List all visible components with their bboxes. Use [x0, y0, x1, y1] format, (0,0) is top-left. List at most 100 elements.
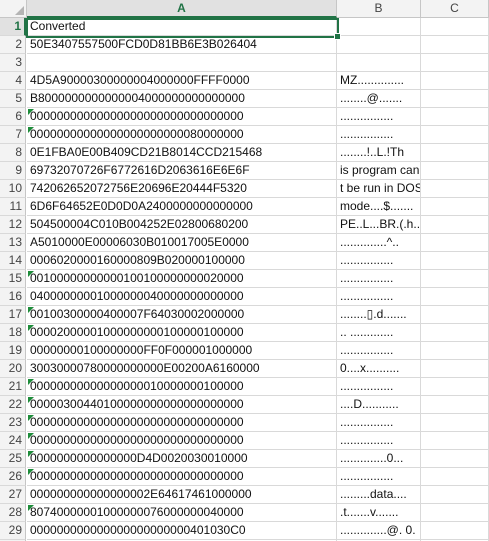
cell-a[interactable]: 04000000001000000040000000000000: [27, 288, 337, 306]
row-header[interactable]: 13: [0, 234, 26, 252]
cell-b[interactable]: [337, 18, 421, 36]
cell-c[interactable]: [421, 252, 489, 270]
cell-b[interactable]: ....D...........: [337, 396, 421, 414]
cell-a[interactable]: Converted: [27, 18, 337, 36]
cell-a[interactable]: [27, 54, 337, 72]
row-header[interactable]: 17: [0, 306, 26, 324]
row-header[interactable]: 29: [0, 522, 26, 540]
column-header-c[interactable]: C: [421, 0, 489, 18]
row-header[interactable]: 5: [0, 90, 26, 108]
cell-b[interactable]: t be run in DOS: [337, 180, 421, 198]
cell-c[interactable]: [421, 306, 489, 324]
cell-b[interactable]: ................: [337, 468, 421, 486]
cell-b[interactable]: ................: [337, 126, 421, 144]
cell-b[interactable]: ................: [337, 252, 421, 270]
cell-b[interactable]: ................: [337, 108, 421, 126]
cell-c[interactable]: [421, 342, 489, 360]
cell-a[interactable]: 000000000000000002E64617461000000: [27, 486, 337, 504]
row-header[interactable]: 9: [0, 162, 26, 180]
cell-a[interactable]: 00000000000000000000000080000000: [27, 126, 337, 144]
cell-a[interactable]: 00000000000000000000000000000000: [27, 414, 337, 432]
cell-c[interactable]: [421, 198, 489, 216]
row-header[interactable]: 15: [0, 270, 26, 288]
cell-b[interactable]: .t.......v.......: [337, 504, 421, 522]
cell-c[interactable]: [421, 144, 489, 162]
cell-a[interactable]: 000000000000000000000000401030C0: [27, 522, 337, 540]
cell-b[interactable]: ..............^..: [337, 234, 421, 252]
cell-a[interactable]: 00100000000000100100000000020000: [27, 270, 337, 288]
cell-c[interactable]: [421, 288, 489, 306]
cell-c[interactable]: [421, 360, 489, 378]
row-header[interactable]: 25: [0, 450, 26, 468]
cell-b[interactable]: ................: [337, 288, 421, 306]
cell-c[interactable]: [421, 396, 489, 414]
cell-c[interactable]: [421, 234, 489, 252]
cell-a[interactable]: 4D5A90000300000004000000FFFF0000: [27, 72, 337, 90]
cell-c[interactable]: [421, 270, 489, 288]
cell-c[interactable]: [421, 432, 489, 450]
row-header[interactable]: 28: [0, 504, 26, 522]
row-header[interactable]: 20: [0, 360, 26, 378]
cell-c[interactable]: [421, 72, 489, 90]
row-header[interactable]: 8: [0, 144, 26, 162]
cell-a[interactable]: 742062652072756E20696E20444F5320: [27, 180, 337, 198]
cell-b[interactable]: [337, 54, 421, 72]
cell-c[interactable]: [421, 486, 489, 504]
cell-b[interactable]: mode....$.......: [337, 198, 421, 216]
column-header-b[interactable]: B: [337, 0, 421, 18]
row-header[interactable]: 12: [0, 216, 26, 234]
row-header[interactable]: 18: [0, 324, 26, 342]
cell-b[interactable]: ................: [337, 432, 421, 450]
cell-b[interactable]: ........@.......: [337, 90, 421, 108]
cell-b[interactable]: is program canno: [337, 162, 421, 180]
row-header[interactable]: 3: [0, 54, 26, 72]
cell-a[interactable]: 504500004C010B004252E02800680200: [27, 216, 337, 234]
cell-a[interactable]: A5010000E00006030B010017005E0000: [27, 234, 337, 252]
cell-a[interactable]: 00000000100000000FF0F000001000000: [27, 342, 337, 360]
row-header[interactable]: 19: [0, 342, 26, 360]
cell-c[interactable]: [421, 18, 489, 36]
cell-b[interactable]: ................: [337, 270, 421, 288]
cell-c[interactable]: [421, 54, 489, 72]
cell-a[interactable]: 80740000001000000076000000040000: [27, 504, 337, 522]
cell-a[interactable]: 6D6F64652E0D0D0A2400000000000000: [27, 198, 337, 216]
cell-b[interactable]: ........▯.d.......: [337, 306, 421, 324]
row-header[interactable]: 6: [0, 108, 26, 126]
cell-b[interactable]: [337, 36, 421, 54]
cell-c[interactable]: [421, 216, 489, 234]
cell-c[interactable]: [421, 108, 489, 126]
row-header[interactable]: 11: [0, 198, 26, 216]
cell-a[interactable]: 0000000000000000D4D0020030010000: [27, 450, 337, 468]
cell-a[interactable]: 00100300000400007F64030002000000: [27, 306, 337, 324]
cell-c[interactable]: [421, 126, 489, 144]
cell-c[interactable]: [421, 378, 489, 396]
cell-a[interactable]: 0E1FBA0E00B409CD21B8014CCD215468: [27, 144, 337, 162]
cell-a[interactable]: 30030000780000000000E00200A6160000: [27, 360, 337, 378]
select-all-button[interactable]: [0, 0, 27, 18]
row-header[interactable]: 27: [0, 486, 26, 504]
cell-b[interactable]: .. .............: [337, 324, 421, 342]
row-header[interactable]: 24: [0, 432, 26, 450]
row-header[interactable]: 7: [0, 126, 26, 144]
cell-b[interactable]: .........data....: [337, 486, 421, 504]
cell-b[interactable]: ................: [337, 378, 421, 396]
row-header[interactable]: 23: [0, 414, 26, 432]
row-header[interactable]: 16: [0, 288, 26, 306]
row-header[interactable]: 21: [0, 378, 26, 396]
cell-b[interactable]: 0....x..........: [337, 360, 421, 378]
cell-b[interactable]: ................: [337, 342, 421, 360]
cell-b[interactable]: ..............0...: [337, 450, 421, 468]
row-header[interactable]: 2: [0, 36, 26, 54]
row-header[interactable]: 22: [0, 396, 26, 414]
column-header-a[interactable]: A: [27, 0, 337, 18]
cell-a[interactable]: B8000000000000004000000000000000: [27, 90, 337, 108]
cell-b[interactable]: ..............@. 0.: [337, 522, 421, 540]
cell-a[interactable]: 00000000000000000000000000000000: [27, 468, 337, 486]
cell-a[interactable]: 00000000000000000000000000000000: [27, 432, 337, 450]
cell-c[interactable]: [421, 504, 489, 522]
cell-c[interactable]: [421, 450, 489, 468]
cell-c[interactable]: [421, 522, 489, 540]
row-header[interactable]: 14: [0, 252, 26, 270]
cell-b[interactable]: MZ..............: [337, 72, 421, 90]
cell-c[interactable]: [421, 414, 489, 432]
